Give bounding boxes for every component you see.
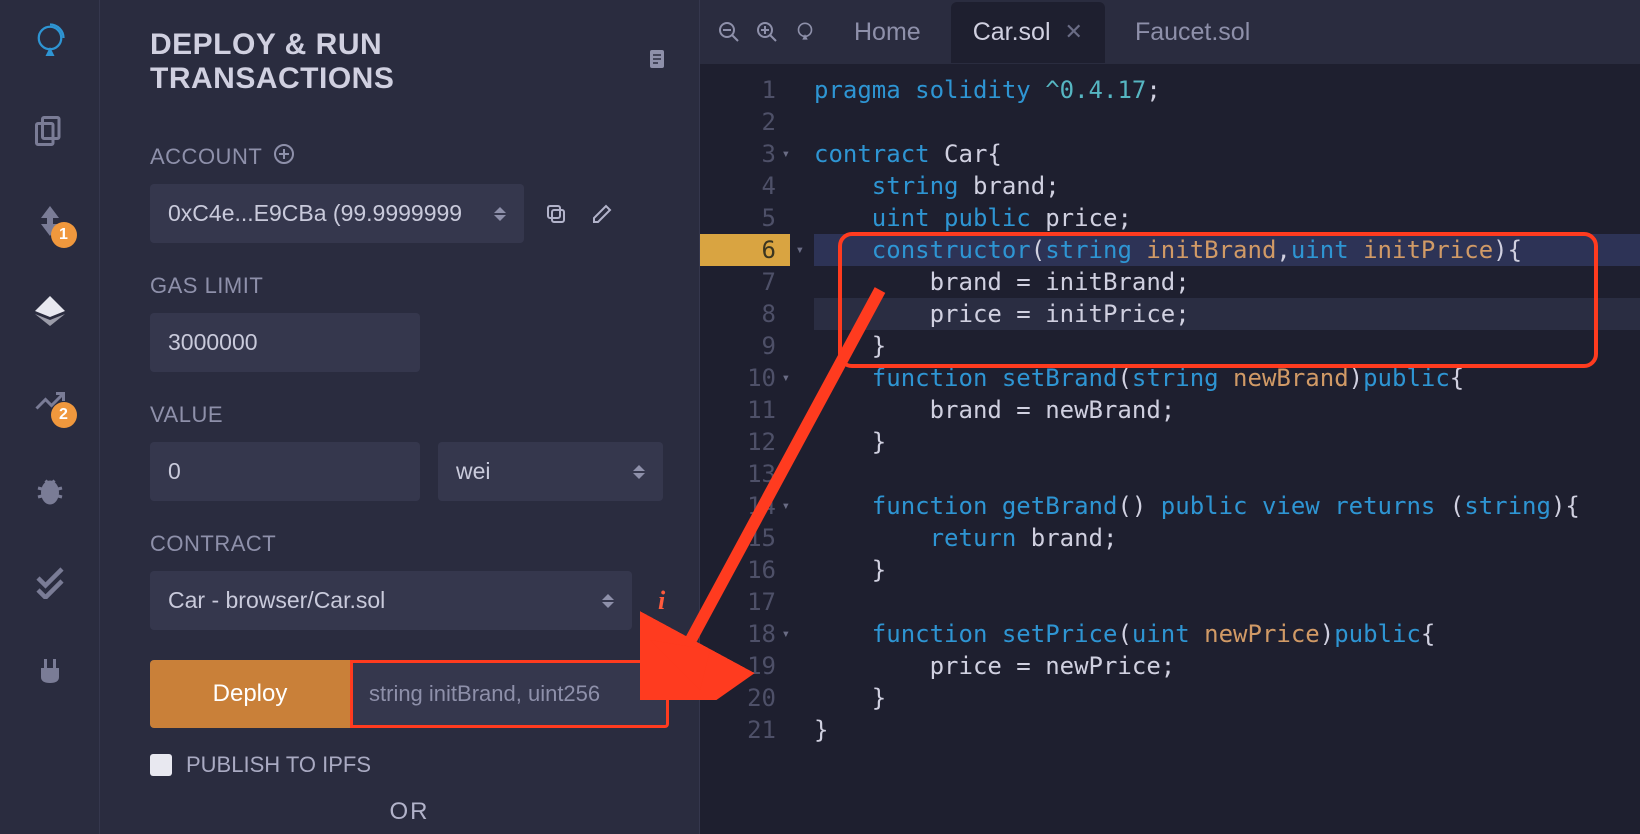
gas-input[interactable]: 3000000 [150, 313, 420, 372]
deploy-icon[interactable] [29, 290, 71, 332]
value-input[interactable]: 0 [150, 442, 420, 501]
icon-rail: 1 2 [0, 0, 100, 834]
contract-select[interactable]: Car - browser/Car.sol [150, 571, 632, 630]
code-area[interactable]: 123456789101112131415161718192021 pragma… [700, 64, 1640, 834]
value-value: 0 [168, 458, 181, 485]
deploy-args-input[interactable]: string initBrand, uint256 [350, 660, 669, 728]
compile-icon[interactable]: 1 [29, 200, 71, 242]
deploy-args-placeholder: string initBrand, uint256 [369, 681, 600, 707]
tab-home[interactable]: Home [832, 2, 943, 63]
account-label: ACCOUNT [150, 144, 262, 170]
gas-label: GAS LIMIT [150, 273, 263, 299]
unit-value: wei [456, 458, 491, 485]
gutter: 123456789101112131415161718192021 [700, 64, 790, 834]
analysis-icon[interactable]: 2 [29, 380, 71, 422]
debug-icon[interactable] [29, 470, 71, 512]
plugin-icon[interactable] [29, 650, 71, 692]
analysis-badge: 2 [51, 402, 77, 428]
editor-tabs: Home Car.sol ✕ Faucet.sol [700, 0, 1640, 64]
editor-pane: Home Car.sol ✕ Faucet.sol 12345678910111… [700, 0, 1640, 834]
value-label: VALUE [150, 402, 223, 428]
add-account-icon[interactable] [274, 144, 294, 170]
home-icon[interactable] [790, 17, 820, 47]
tab-car-label: Car.sol [973, 18, 1051, 47]
tab-faucet-label: Faucet.sol [1135, 18, 1250, 47]
unit-select[interactable]: wei [438, 442, 663, 501]
code[interactable]: pragma solidity ^0.4.17;contract Car{ st… [790, 64, 1640, 834]
ipfs-checkbox[interactable] [150, 754, 172, 776]
tab-car[interactable]: Car.sol ✕ [951, 2, 1105, 63]
edit-icon[interactable] [588, 200, 616, 228]
zoom-out-icon[interactable] [714, 17, 744, 47]
gas-value: 3000000 [168, 329, 258, 356]
account-value: 0xC4e...E9CBa (99.9999999 [168, 200, 462, 227]
account-label-row: ACCOUNT [150, 144, 669, 170]
logo-icon[interactable] [29, 20, 71, 62]
chevron-down-icon[interactable] [679, 681, 700, 708]
test-icon[interactable] [29, 560, 71, 602]
deploy-panel: DEPLOY & RUN TRANSACTIONS ACCOUNT 0xC4e.… [100, 0, 700, 834]
panel-title-text: DEPLOY & RUN TRANSACTIONS [150, 28, 631, 96]
close-icon[interactable]: ✕ [1065, 19, 1083, 45]
info-icon[interactable]: i [658, 586, 665, 616]
copy-icon[interactable] [542, 200, 570, 228]
tab-home-label: Home [854, 18, 921, 47]
zoom-in-icon[interactable] [752, 17, 782, 47]
contract-value: Car - browser/Car.sol [168, 587, 385, 614]
account-select[interactable]: 0xC4e...E9CBa (99.9999999 [150, 184, 524, 243]
tab-faucet[interactable]: Faucet.sol [1113, 2, 1272, 63]
panel-title: DEPLOY & RUN TRANSACTIONS [150, 28, 669, 96]
contract-label: CONTRACT [150, 531, 276, 557]
files-icon[interactable] [29, 110, 71, 152]
compile-badge: 1 [51, 222, 77, 248]
ipfs-label: PUBLISH TO IPFS [186, 752, 371, 778]
doc-icon[interactable] [645, 45, 669, 79]
or-divider: OR [150, 798, 669, 826]
deploy-button[interactable]: Deploy [150, 660, 350, 728]
